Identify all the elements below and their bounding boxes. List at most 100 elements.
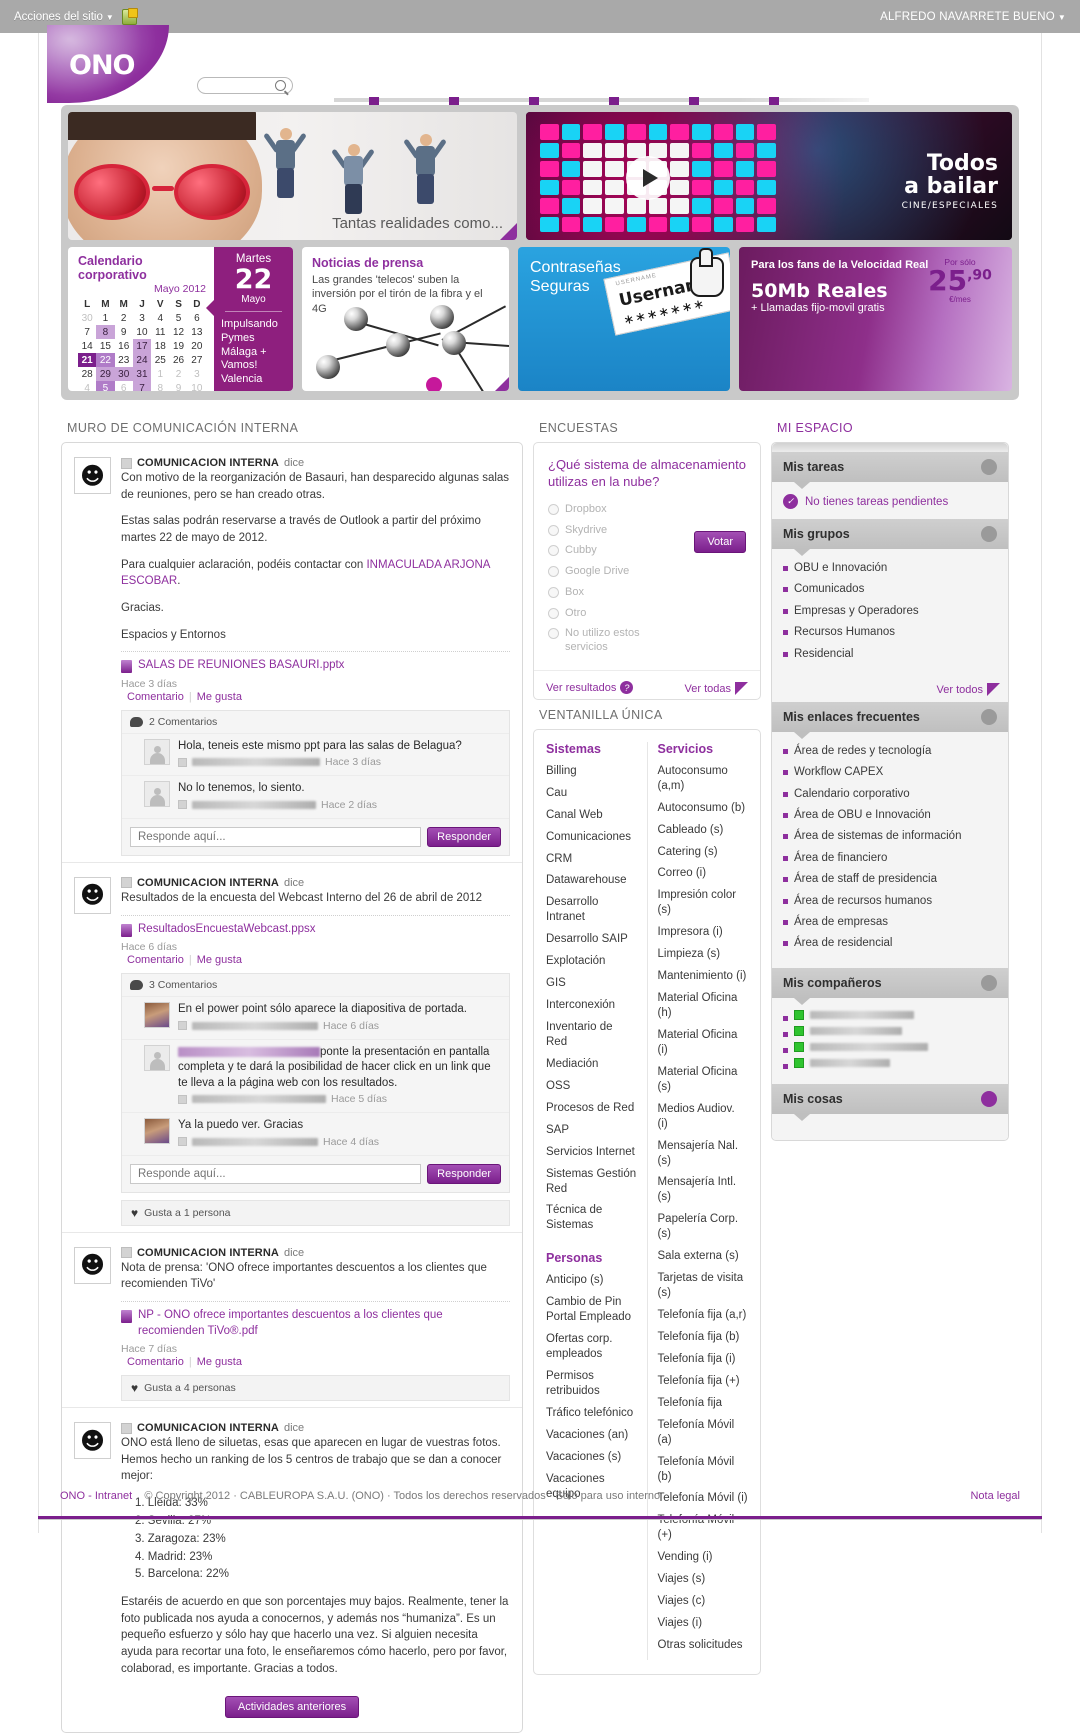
post-author[interactable]: COMUNICACION INTERNA — [137, 1422, 279, 1434]
companero-item[interactable] — [783, 1025, 997, 1037]
calendar-day[interactable]: 3 — [133, 311, 151, 325]
radio-icon[interactable] — [548, 503, 559, 515]
calendar-day[interactable]: 13 — [188, 325, 206, 339]
poll-option[interactable]: Otro — [548, 607, 684, 621]
ono-logo[interactable]: ONO — [47, 25, 169, 103]
calendar-day[interactable]: 26 — [169, 353, 187, 367]
corner-flip-icon[interactable] — [500, 223, 517, 240]
edit-page-icon[interactable] — [121, 7, 138, 25]
calendar-day[interactable]: 5 — [169, 311, 187, 325]
servicios-item[interactable]: Viajes (s) — [658, 1572, 749, 1587]
calendar-day[interactable]: 30 — [114, 367, 133, 381]
servicios-item[interactable]: Autoconsumo (b) — [658, 801, 749, 816]
companero-item[interactable] — [783, 1057, 997, 1069]
attachment[interactable]: SALAS DE REUNIONES BASAURI.pptx — [121, 658, 510, 674]
calendar-day[interactable]: 25 — [151, 353, 169, 367]
sistemas-item[interactable]: Canal Web — [546, 808, 637, 823]
search-input[interactable] — [204, 79, 275, 92]
servicios-item[interactable]: Telefonía fija — [658, 1396, 749, 1411]
mis-grupos-header[interactable]: Mis grupos — [772, 519, 1008, 556]
servicios-item[interactable]: Impresora (i) — [658, 925, 749, 940]
calendar-day[interactable]: 2 — [169, 367, 187, 381]
servicios-item[interactable]: Telefonía fija (b) — [658, 1330, 749, 1345]
calendar-day[interactable]: 14 — [78, 339, 96, 353]
poll-option[interactable]: No utilizo estos servicios — [548, 627, 684, 655]
calendar-day[interactable]: 29 — [96, 367, 115, 381]
attachment-link[interactable]: SALAS DE REUNIONES BASAURI.pptx — [138, 658, 344, 674]
servicios-item[interactable]: Correo (i) — [658, 866, 749, 881]
vote-button[interactable]: Votar — [694, 530, 746, 553]
servicios-item[interactable]: Papelería Corp. (s) — [658, 1212, 749, 1242]
calendar-day[interactable]: 18 — [151, 339, 169, 353]
calendar-day[interactable]: 28 — [78, 367, 96, 381]
poll-option[interactable]: Box — [548, 586, 684, 600]
attachment[interactable]: ResultadosEncuestaWebcast.ppsx — [121, 922, 510, 938]
calendar-day[interactable]: 15 — [96, 339, 114, 353]
legal-notice-link[interactable]: Nota legal — [970, 1490, 1020, 1502]
poll-option[interactable]: Skydrive — [548, 524, 684, 538]
radio-icon[interactable] — [548, 607, 559, 619]
grupo-item[interactable]: Recursos Humanos — [783, 625, 997, 639]
previous-activities-button[interactable]: Actividades anteriores — [224, 1695, 360, 1718]
servicios-item[interactable]: Mantenimiento (i) — [658, 969, 749, 984]
reply-button[interactable]: Responder — [427, 1163, 501, 1184]
servicios-item[interactable]: Sala externa (s) — [658, 1249, 749, 1264]
like-link[interactable]: Me gusta — [197, 691, 242, 703]
sistemas-item[interactable]: Comunicaciones — [546, 830, 637, 845]
calendar-day[interactable]: 11 — [151, 325, 169, 339]
calendar-day[interactable]: 7 — [132, 381, 152, 391]
calendar-day[interactable]: 27 — [188, 353, 206, 367]
servicios-item[interactable]: Telefonía fija (a,r) — [658, 1308, 749, 1323]
grupo-item[interactable]: OBU e Innovación — [783, 561, 997, 575]
servicios-item[interactable]: Material Oficina (s) — [658, 1065, 749, 1095]
calendar-day[interactable]: 30 — [78, 311, 96, 325]
attachment-link[interactable]: NP - ONO ofrece importantes descuentos a… — [138, 1308, 510, 1339]
promo-contrasenas-seguras[interactable]: Contraseñas Seguras USERNAME Username ∗∗∗… — [518, 247, 730, 391]
reply-input[interactable] — [130, 1163, 422, 1184]
calendar-day[interactable]: 12 — [169, 325, 187, 339]
comment-link[interactable]: Comentario — [127, 954, 184, 966]
servicios-item[interactable]: Vending (i) — [658, 1550, 749, 1565]
calendar-day[interactable]: 6 — [115, 381, 133, 392]
calendar-day[interactable]: 1 — [151, 367, 169, 381]
radio-icon[interactable] — [548, 628, 559, 640]
servicios-item[interactable]: Material Oficina (h) — [658, 991, 749, 1021]
servicios-item[interactable]: Autoconsumo (a,m) — [658, 764, 749, 794]
promo-50mb-reales[interactable]: Para los fans de la Velocidad Real 50Mb … — [739, 247, 1012, 391]
servicios-item[interactable]: Limpieza (s) — [658, 947, 749, 962]
sistemas-item[interactable]: Inventario de Red — [546, 1020, 637, 1050]
personas-item[interactable]: Permisos retribuidos — [546, 1369, 637, 1399]
refresh-icon[interactable] — [981, 459, 997, 475]
calendar-day[interactable]: 19 — [169, 339, 187, 353]
companero-item[interactable] — [783, 1009, 997, 1021]
servicios-item[interactable]: Medios Audiov. (i) — [658, 1102, 749, 1132]
link-icon[interactable] — [981, 708, 997, 725]
servicios-item[interactable]: Tarjetas de visita (s) — [658, 1271, 749, 1301]
enlace-item[interactable]: Área de residencial — [783, 936, 997, 950]
calendar-day[interactable]: 16 — [115, 339, 133, 353]
sistemas-item[interactable]: Cau — [546, 786, 637, 801]
enlace-item[interactable]: Área de recursos humanos — [783, 894, 997, 908]
comment-link[interactable]: Comentario — [127, 1356, 184, 1368]
flag-icon[interactable] — [987, 682, 1000, 696]
post-author[interactable]: COMUNICACION INTERNA — [137, 457, 279, 469]
post-author[interactable]: COMUNICACION INTERNA — [137, 877, 279, 889]
search-icon[interactable] — [275, 80, 286, 91]
servicios-item[interactable]: Material Oficina (i) — [658, 1028, 749, 1058]
today-event[interactable]: Impulsando Pymes Málaga + Vamos! Valenci… — [221, 318, 286, 387]
see-all-polls-link[interactable]: Ver todas — [685, 683, 731, 695]
search-box[interactable] — [197, 77, 293, 94]
servicios-item[interactable]: Otras solicitudes — [658, 1638, 749, 1653]
calendar-day[interactable]: 8 — [151, 381, 169, 392]
sistemas-item[interactable]: GIS — [546, 976, 637, 991]
calendar-day[interactable]: 9 — [169, 381, 187, 392]
calendar-day[interactable]: 8 — [96, 325, 115, 339]
enlace-item[interactable]: Área de empresas — [783, 915, 997, 929]
calendar-day[interactable]: 17 — [132, 339, 152, 353]
group-icon[interactable] — [981, 526, 997, 542]
grupo-item[interactable]: Empresas y Operadores — [783, 604, 997, 618]
radio-icon[interactable] — [548, 524, 559, 536]
sistemas-item[interactable]: Interconexión — [546, 998, 637, 1013]
calendar-day[interactable]: 7 — [78, 325, 96, 339]
calendar-day[interactable]: 4 — [151, 311, 169, 325]
